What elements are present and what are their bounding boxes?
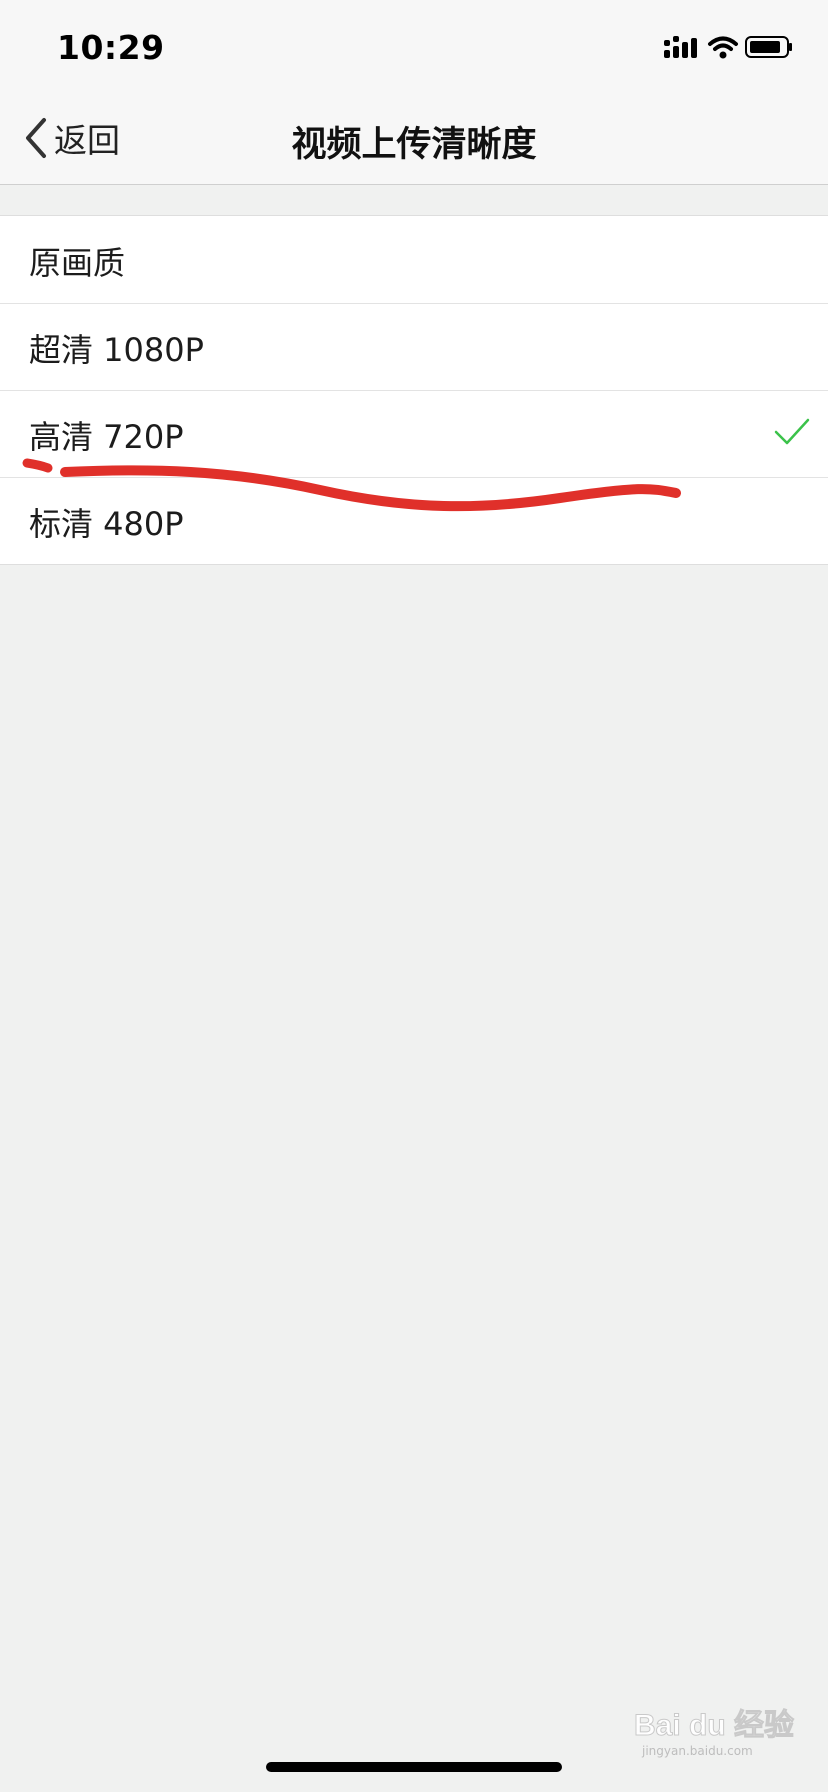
status-time: 10:29 xyxy=(57,28,165,67)
home-indicator[interactable] xyxy=(266,1762,562,1772)
option-label: 标清 480P xyxy=(29,505,184,543)
resolution-list: 原画质 超清 1080P 高清 720P 标清 480P xyxy=(0,215,828,565)
checkmark-icon xyxy=(774,418,810,445)
page-title: 视频上传清晰度 xyxy=(291,125,537,165)
nav-bar: 返回 视频上传清晰度 xyxy=(0,92,828,185)
option-label: 高清 720P xyxy=(29,418,184,456)
baidu-watermark: Bai du 经验 jingyan.baidu.com xyxy=(633,1700,804,1770)
wifi-icon xyxy=(708,36,738,59)
option-720p[interactable]: 高清 720P xyxy=(0,390,828,477)
option-label: 超清 1080P xyxy=(29,331,204,369)
signal-icon xyxy=(664,36,697,58)
watermark-sub: jingyan.baidu.com xyxy=(642,1744,753,1758)
status-bar: 10:29 xyxy=(0,0,828,92)
option-1080p[interactable]: 超清 1080P xyxy=(0,303,828,390)
status-icons xyxy=(664,34,794,64)
watermark-brand: Bai du 经验 xyxy=(633,1709,795,1743)
battery-icon xyxy=(745,36,792,58)
option-original[interactable]: 原画质 xyxy=(0,216,828,303)
option-480p[interactable]: 标清 480P xyxy=(0,477,828,564)
option-label: 原画质 xyxy=(29,244,126,282)
